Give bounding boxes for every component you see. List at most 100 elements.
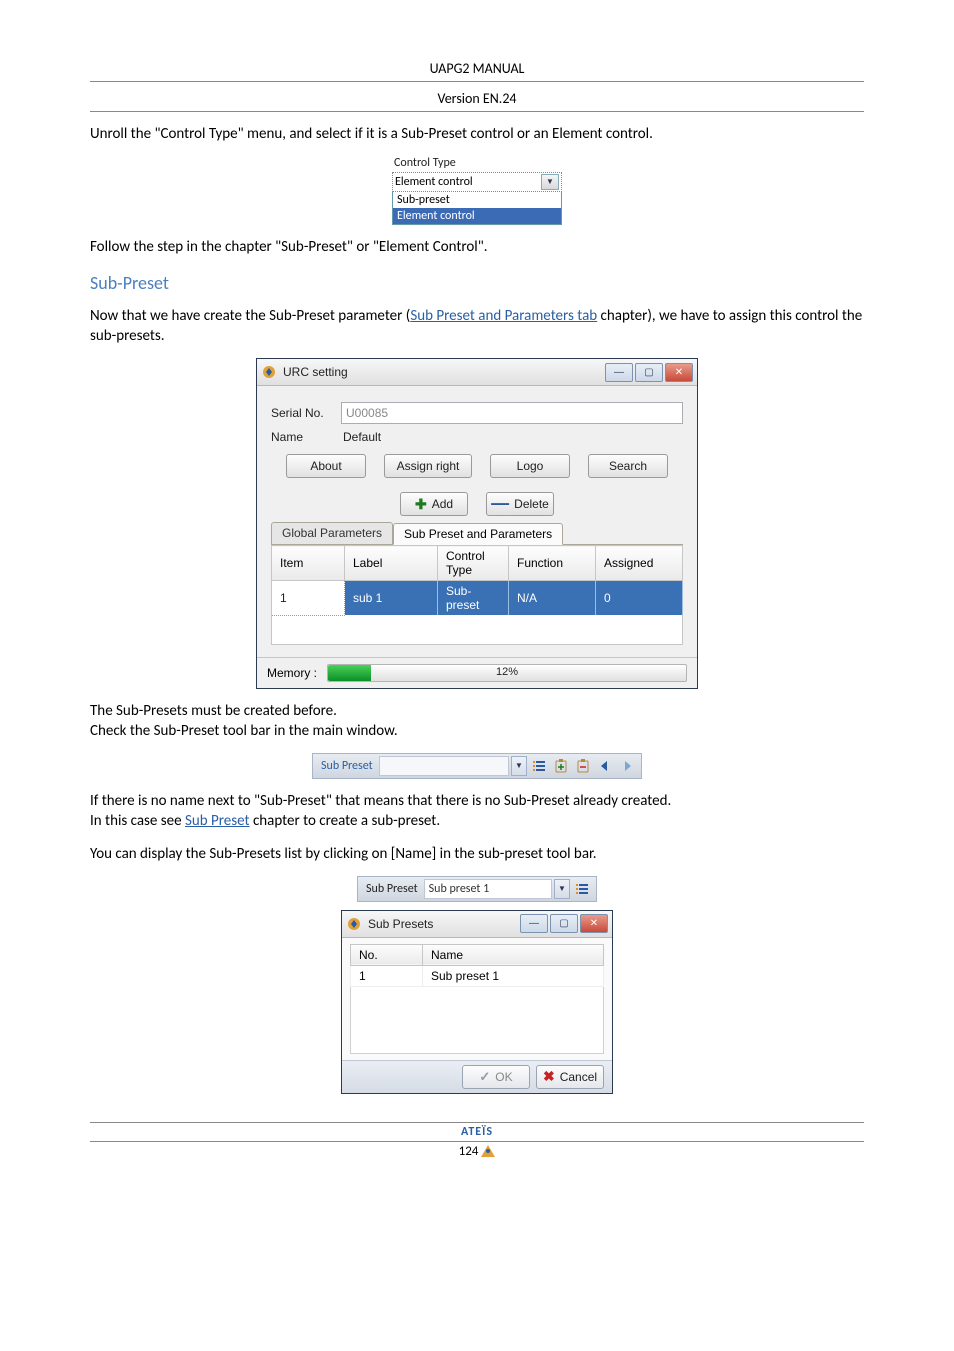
name-value: Default (341, 430, 683, 444)
cell-assigned: 0 (596, 581, 683, 616)
paragraph: Follow the step in the chapter "Sub-Pres… (90, 237, 864, 257)
nav-prev-icon[interactable] (595, 756, 615, 776)
nav-next-icon[interactable] (617, 756, 637, 776)
toolbar-label: Sub Preset (362, 882, 422, 896)
list-icon[interactable] (572, 879, 592, 899)
delete-label: Delete (514, 497, 549, 511)
close-button[interactable]: ✕ (665, 363, 693, 382)
params-table: Item Label Control Type Function Assigne… (271, 545, 683, 645)
subpreset-name-box[interactable]: Sub preset 1 (424, 879, 552, 899)
col-control-type[interactable]: Control Type (438, 546, 509, 581)
link-subpreset-params[interactable]: Sub Preset and Parameters tab (410, 307, 597, 325)
minimize-button[interactable]: — (605, 363, 633, 382)
chevron-down-icon[interactable]: ▼ (541, 174, 559, 190)
combo-label: Control Type (392, 156, 562, 172)
app-icon (261, 364, 277, 380)
col-no[interactable]: No. (351, 944, 423, 965)
col-item[interactable]: Item (272, 546, 345, 581)
subpreset-toolbar: Sub Preset ▼ (312, 753, 642, 779)
subpreset-name-box[interactable] (379, 756, 509, 776)
triangle-icon (481, 1145, 495, 1157)
link-subpreset[interactable]: Sub Preset (185, 812, 250, 830)
list-icon[interactable] (529, 756, 549, 776)
doc-subtitle: Version EN.24 (90, 90, 864, 107)
combo-option-element[interactable]: Element control (393, 208, 561, 224)
minimize-button[interactable]: — (520, 914, 548, 933)
subpresets-table: No. Name 1 Sub preset 1 (350, 944, 604, 1054)
paragraph: Now that we have create the Sub-Preset p… (90, 306, 864, 347)
paragraph: You can display the Sub-Presets list by … (90, 844, 864, 864)
page-number-value: 124 (459, 1144, 479, 1159)
cell-no: 1 (351, 965, 423, 986)
dialog-title: Sub Presets (368, 917, 518, 931)
page-number: 124 (459, 1144, 496, 1159)
divider (90, 1122, 864, 1123)
col-assigned[interactable]: Assigned (596, 546, 683, 581)
doc-title: UAPG2 MANUAL (90, 60, 864, 77)
brand-logo-text: ATEÏS (461, 1125, 493, 1139)
subpreset-toolbar-filled: Sub Preset Sub preset 1 ▼ (357, 876, 597, 902)
cell-function: N/A (509, 581, 596, 616)
paragraph: Check the Sub-Preset tool bar in the mai… (90, 721, 864, 741)
text: Now that we have create the Sub-Preset p… (90, 307, 410, 325)
label-name: Name (271, 430, 341, 444)
divider (90, 111, 864, 112)
add-button[interactable]: ✚ Add (400, 492, 468, 516)
search-button[interactable]: Search (588, 454, 668, 478)
toolbar-label: Sub Preset (317, 759, 377, 773)
plus-icon: ✚ (415, 496, 427, 513)
control-type-combo: Control Type Element control ▼ Sub-prese… (392, 156, 562, 225)
close-icon: ✖ (543, 1068, 555, 1085)
combo-option-subpreset[interactable]: Sub-preset (393, 192, 561, 208)
urc-setting-dialog: URC setting — ▢ ✕ Serial No. Name Defaul… (256, 358, 698, 689)
titlebar: Sub Presets — ▢ ✕ (342, 911, 612, 938)
clipboard-plus-icon[interactable] (551, 756, 571, 776)
table-row[interactable]: 1 Sub preset 1 (351, 965, 604, 986)
about-button[interactable]: About (286, 454, 366, 478)
chevron-down-icon[interactable]: ▼ (554, 879, 570, 899)
titlebar: URC setting — ▢ ✕ (257, 359, 697, 386)
combo-selected-text: Element control (395, 175, 473, 189)
tab-global-parameters[interactable]: Global Parameters (271, 522, 393, 544)
ok-label: OK (495, 1070, 512, 1084)
col-name[interactable]: Name (423, 944, 604, 965)
combo-list: Sub-preset Element control (392, 192, 562, 225)
cell-control-type: Sub-preset (438, 581, 509, 616)
logo-button[interactable]: Logo (490, 454, 570, 478)
memory-label: Memory : (267, 666, 327, 680)
app-icon (346, 916, 362, 932)
tab-subpreset-parameters[interactable]: Sub Preset and Parameters (393, 523, 563, 545)
subpresets-dialog: Sub Presets — ▢ ✕ No. Name 1 Sub preset … (341, 910, 613, 1094)
cancel-label: Cancel (560, 1070, 597, 1084)
paragraph: Unroll the "Control Type" menu, and sele… (90, 124, 864, 144)
col-function[interactable]: Function (509, 546, 596, 581)
assign-right-button[interactable]: Assign right (384, 454, 472, 478)
col-label[interactable]: Label (345, 546, 438, 581)
maximize-button[interactable]: ▢ (635, 363, 663, 382)
close-button[interactable]: ✕ (580, 914, 608, 933)
section-heading-subpreset: Sub-Preset (90, 272, 864, 294)
delete-button[interactable]: — Delete (486, 492, 554, 516)
cell-name: Sub preset 1 (423, 965, 604, 986)
table-row[interactable]: 1 sub 1 Sub-preset N/A 0 (272, 581, 683, 616)
add-label: Add (432, 497, 453, 511)
chevron-down-icon[interactable]: ▼ (511, 756, 527, 776)
check-icon: ✓ (479, 1069, 490, 1085)
memory-percent-text: 12% (328, 666, 686, 678)
divider (90, 81, 864, 82)
text: chapter to create a sub-preset. (250, 812, 441, 830)
cell-label: sub 1 (345, 581, 438, 616)
serial-input[interactable] (341, 402, 683, 424)
divider (90, 1141, 864, 1142)
paragraph: The Sub-Presets must be created before. (90, 701, 864, 721)
control-type-dropdown[interactable]: Element control ▼ (392, 172, 562, 192)
paragraph: If there is no name next to "Sub-Preset"… (90, 791, 864, 832)
ok-button[interactable]: ✓ OK (462, 1065, 530, 1089)
memory-progress: 12% (327, 664, 687, 682)
dialog-title: URC setting (283, 365, 603, 379)
label-serial: Serial No. (271, 406, 341, 420)
cell-item[interactable]: 1 (272, 581, 345, 616)
clipboard-minus-icon[interactable] (573, 756, 593, 776)
cancel-button[interactable]: ✖ Cancel (536, 1065, 604, 1089)
maximize-button[interactable]: ▢ (550, 914, 578, 933)
